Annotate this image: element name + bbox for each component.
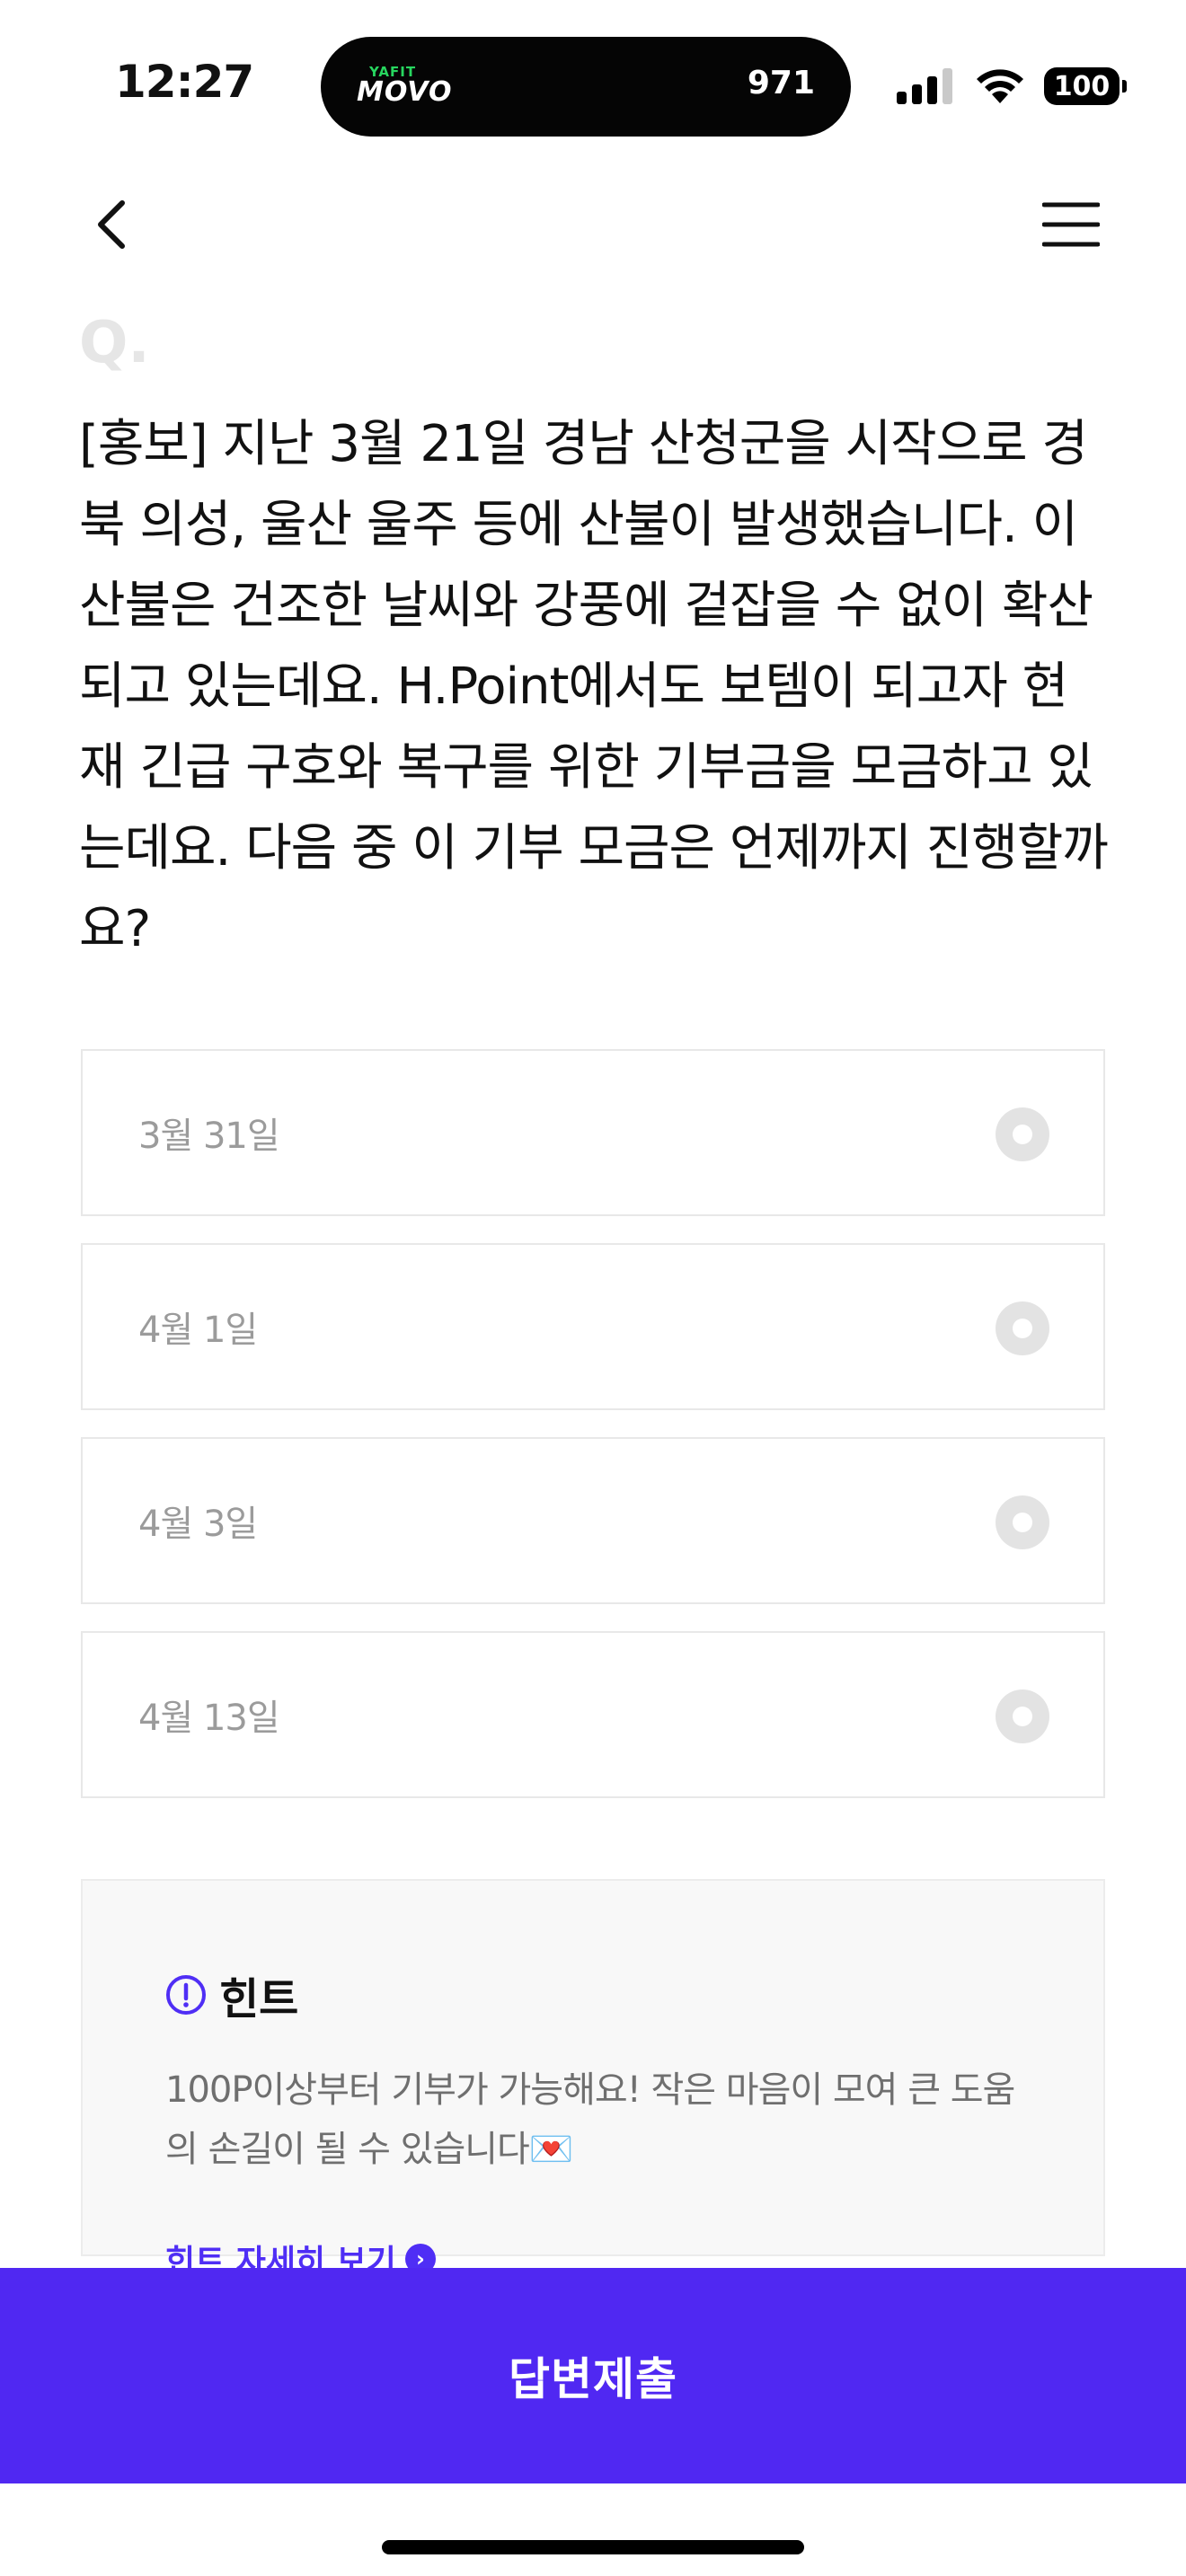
wifi-icon xyxy=(977,69,1023,103)
option-label: 4월 1일 xyxy=(138,1310,258,1351)
question-marker: Q. xyxy=(79,310,150,376)
option-label: 3월 31일 xyxy=(138,1116,280,1157)
status-time: 12:27 xyxy=(115,56,254,108)
hint-box: 힌트 100P이상부터 기부가 가능해요! 작은 마음이 모여 큰 도움의 손길… xyxy=(81,1879,1105,2280)
info-icon xyxy=(166,1975,206,2015)
island-count: 971 xyxy=(747,65,815,101)
option-label: 4월 13일 xyxy=(138,1698,280,1739)
answer-option[interactable]: 3월 31일 xyxy=(81,1049,1105,1216)
signal-icon xyxy=(897,68,952,104)
radio-icon[interactable] xyxy=(996,1107,1049,1161)
menu-button[interactable] xyxy=(1041,201,1101,248)
answer-options: 3월 31일 4월 1일 4월 3일 4월 13일 xyxy=(81,1049,1105,1825)
island-brand-main: MOVO xyxy=(357,76,453,108)
radio-icon[interactable] xyxy=(996,1689,1049,1743)
status-bar: 12:27 YAFIT MOVO 971 100 xyxy=(0,0,1186,153)
hamburger-menu-icon xyxy=(1041,202,1101,247)
back-button[interactable] xyxy=(90,198,135,251)
hint-header: 힌트 xyxy=(165,1963,298,2026)
option-label: 4월 3일 xyxy=(138,1504,258,1545)
question-text: [홍보] 지난 3월 21일 경남 산청군을 시작으로 경북 의성, 울산 울주… xyxy=(79,415,1109,958)
hint-body: 100P이상부터 기부가 가능해요! 작은 마음이 모여 큰 도움의 손길이 될… xyxy=(165,2069,1015,2170)
hint-title: 힌트 xyxy=(219,1974,299,2025)
answer-option[interactable]: 4월 1일 xyxy=(81,1243,1105,1410)
radio-icon[interactable] xyxy=(996,1301,1049,1355)
radio-icon[interactable] xyxy=(996,1495,1049,1549)
answer-option[interactable]: 4월 13일 xyxy=(81,1631,1105,1798)
home-indicator xyxy=(382,2540,804,2554)
dynamic-island: YAFIT MOVO 971 xyxy=(321,37,851,137)
battery-icon: 100 xyxy=(1044,67,1127,105)
island-app-logo: YAFIT MOVO xyxy=(357,64,451,114)
system-icons: 100 xyxy=(897,65,1127,108)
back-arrow-icon xyxy=(98,200,125,249)
answer-option[interactable]: 4월 3일 xyxy=(81,1437,1105,1604)
submit-answer-button[interactable]: 답변제출 xyxy=(0,2268,1186,2483)
